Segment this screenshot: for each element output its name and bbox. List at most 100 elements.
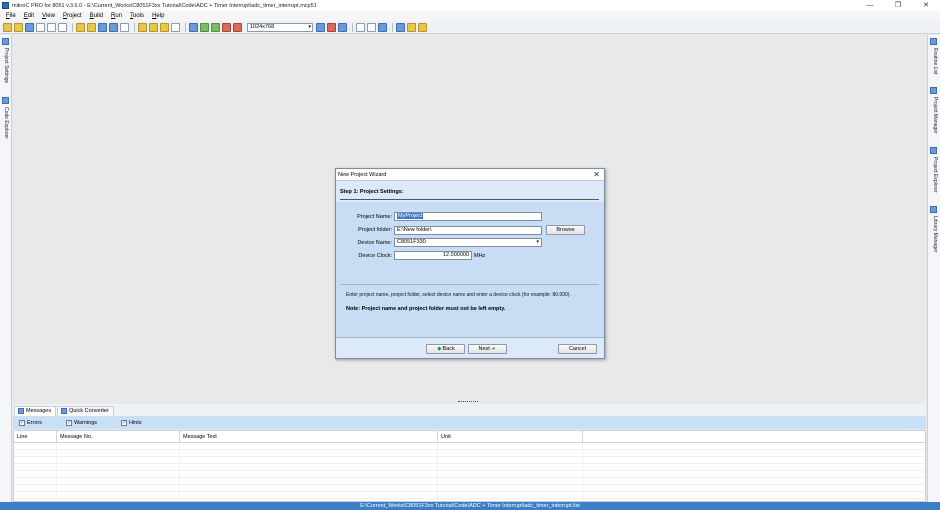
tab-project-settings[interactable]: Project Settings — [3, 48, 9, 83]
close-icon[interactable]: ✕ — [593, 169, 600, 181]
menu-tools[interactable]: Tools — [126, 13, 148, 19]
tab-messages[interactable]: Messages — [14, 406, 57, 416]
minimize-button[interactable]: — — [856, 0, 884, 11]
column-message-no[interactable]: Message No. — [57, 431, 180, 442]
column-message-text[interactable]: Message Text — [180, 431, 438, 442]
find-icon[interactable] — [189, 22, 198, 32]
save-file-icon[interactable] — [98, 22, 107, 32]
filter-hints[interactable]: ✓ Hints — [121, 419, 142, 426]
tab-code-explorer[interactable]: Code Explorer — [3, 107, 9, 139]
new-project-wizard-dialog: New Project Wizard ✕ Step 1: Project Set… — [335, 168, 605, 359]
debug-icon[interactable] — [233, 22, 242, 32]
main-toolbar: 1024x768 ▾ — [0, 21, 940, 34]
ascii-chart-icon[interactable] — [356, 22, 365, 32]
routine-list-icon — [930, 38, 937, 45]
menu-run[interactable]: Run — [107, 13, 126, 19]
hints-checkbox[interactable]: ✓ — [121, 419, 128, 426]
table-row — [14, 443, 925, 450]
tab-routine-list[interactable]: Routine List — [932, 48, 938, 74]
dialog-title: New Project Wizard — [338, 171, 387, 178]
open-file-icon[interactable] — [76, 22, 85, 32]
new-project-icon[interactable] — [3, 22, 12, 32]
tab-quick-converter[interactable]: Quick Converter — [57, 406, 114, 416]
menu-view[interactable]: View — [38, 13, 59, 19]
close-file-icon[interactable] — [120, 22, 129, 32]
status-path: E:\Current_Works\C8051F3xx Tutorial\Code… — [360, 503, 580, 509]
device-clock-input[interactable]: 12.000000 — [394, 251, 472, 260]
status-bar: E:\Current_Works\C8051F3xx Tutorial\Code… — [0, 502, 940, 510]
project-name-input[interactable]: MyProject — [394, 212, 542, 221]
message-filter-bar: ✓ Errors ✓ Warnings ✓ Hints — [13, 416, 926, 429]
project-folder-input[interactable]: E:\New folder\ — [394, 225, 542, 235]
print-icon[interactable] — [58, 22, 67, 32]
splitter-grip[interactable] — [458, 401, 478, 403]
cancel-button[interactable]: Cancel — [558, 344, 597, 354]
open-project-icon[interactable] — [14, 22, 23, 32]
tab-library-manager[interactable]: Library Manager — [932, 216, 938, 252]
save-project-icon[interactable] — [25, 22, 34, 32]
errors-checkbox[interactable]: ✓ — [19, 419, 25, 426]
project-name-label: Project Name: — [357, 213, 392, 220]
device-name-select[interactable]: C8051F330 ▾ — [394, 238, 542, 247]
next-button[interactable]: Next ➔ — [468, 344, 507, 354]
back-button[interactable]: ◆ Back — [426, 344, 465, 354]
build-all-icon[interactable] — [211, 22, 220, 32]
lightbulb-icon[interactable] — [407, 22, 416, 32]
toolbar-separator — [392, 22, 393, 32]
wizard-step-title: Step 1: Project Settings: — [340, 189, 404, 195]
chevron-down-icon: ▾ — [308, 23, 311, 30]
layout-delete-icon[interactable] — [338, 22, 347, 32]
close-window-button[interactable]: ✕ — [912, 0, 940, 11]
menu-help[interactable]: Help — [148, 13, 168, 19]
wizard-footer: ◆ Back Next ➔ Cancel — [336, 337, 604, 358]
undo-icon[interactable] — [138, 22, 147, 32]
chevron-down-icon: ▾ — [536, 239, 539, 245]
filter-errors[interactable]: ✓ Errors — [19, 419, 42, 426]
paste-icon[interactable] — [171, 22, 180, 32]
tab-project-manager[interactable]: Project Manager — [932, 97, 938, 134]
usart-terminal-icon[interactable] — [367, 22, 376, 32]
dialog-title-bar[interactable]: New Project Wizard ✕ — [336, 169, 604, 181]
column-line[interactable]: Line — [14, 431, 57, 442]
help-icon[interactable] — [396, 22, 405, 32]
open-folder-icon[interactable] — [87, 22, 96, 32]
layout-save-icon[interactable] — [327, 22, 336, 32]
table-row — [14, 478, 925, 485]
column-unit[interactable]: Unit — [438, 431, 583, 442]
about-icon[interactable] — [418, 22, 427, 32]
restore-button[interactable]: ❐ — [884, 0, 912, 11]
cut-icon[interactable] — [160, 22, 169, 32]
warnings-checkbox[interactable]: ✓ — [65, 419, 72, 426]
menu-project[interactable]: Project — [59, 13, 86, 19]
back-arrow-icon: ◆ — [437, 346, 442, 352]
toolbar-separator — [185, 22, 186, 32]
menu-edit[interactable]: Edit — [20, 13, 38, 19]
tab-project-explorer[interactable]: Project Explorer — [932, 157, 938, 193]
window-title: mikroC PRO for 8051 v.3.6.0 - E:\Current… — [12, 2, 317, 9]
device-name-row: Device Name: C8051F330 ▾ — [340, 238, 542, 247]
calculator-icon — [61, 408, 68, 414]
project-explorer-icon — [930, 147, 937, 154]
browse-button[interactable]: Browse — [546, 225, 585, 235]
save-all-icon[interactable] — [109, 22, 118, 32]
redo-icon[interactable] — [149, 22, 158, 32]
device-clock-label: Device Clock: — [358, 252, 392, 259]
resolution-select[interactable]: 1024x768 ▾ — [247, 22, 313, 32]
table-row — [14, 464, 925, 471]
copy-file-icon[interactable] — [47, 22, 56, 32]
table-row — [14, 457, 925, 464]
menu-file[interactable]: File — [2, 13, 20, 19]
program-icon[interactable] — [222, 22, 231, 32]
menu-build[interactable]: Build — [86, 13, 107, 19]
new-file-icon[interactable] — [36, 22, 45, 32]
toolbar-separator — [352, 22, 353, 32]
left-side-panel: Project Settings Code Explorer — [0, 35, 12, 503]
filter-warnings[interactable]: ✓ Warnings — [65, 419, 97, 426]
layout-icon[interactable] — [316, 22, 325, 32]
table-row — [14, 492, 925, 499]
table-row — [14, 450, 925, 457]
build-icon[interactable] — [200, 22, 209, 32]
code-explorer-icon — [2, 97, 9, 104]
project-folder-label: Project folder: — [358, 227, 392, 233]
lcd-editor-icon[interactable] — [378, 22, 387, 32]
